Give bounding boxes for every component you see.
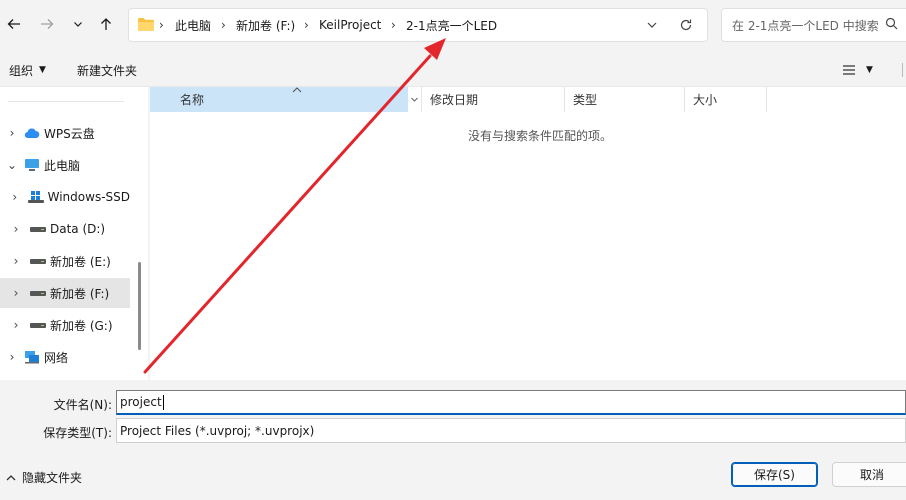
- nav-item-label: 网络: [44, 350, 69, 365]
- nav-divider: [8, 101, 124, 102]
- address-toolbar: › 此电脑 › 新加卷 (F:) › KeilProject › 2-1点亮一个…: [0, 0, 906, 52]
- nav-item-label: WPS云盘: [44, 126, 95, 141]
- nav-item-label: Windows-SSD: [47, 190, 130, 204]
- breadcrumb-separator-icon: ›: [221, 18, 226, 32]
- breadcrumb-separator-icon: ›: [304, 18, 309, 32]
- drive-icon: [30, 289, 46, 297]
- search-placeholder: 在 2-1点亮一个LED 中搜索: [732, 18, 879, 33]
- filetype-label: 保存类型(T):: [43, 426, 112, 440]
- column-filter-dropdown[interactable]: [408, 87, 422, 112]
- chevron-right-icon: ›: [13, 318, 19, 332]
- chevron-right-icon: ›: [9, 350, 15, 364]
- address-history-button[interactable]: [645, 18, 659, 35]
- breadcrumb-separator-icon: ›: [391, 18, 396, 32]
- chevron-down-icon: [74, 22, 82, 27]
- drive-icon: [30, 257, 46, 265]
- computer-icon: [24, 158, 40, 172]
- text-caret: [162, 394, 164, 410]
- hide-folders-toggle[interactable]: 隐藏文件夹: [6, 469, 82, 486]
- empty-results-message: 没有与搜索条件匹配的项。: [467, 129, 612, 143]
- breadcrumb-item-current-folder[interactable]: 2-1点亮一个LED: [406, 9, 497, 41]
- nav-item-drive-f[interactable]: › 新加卷 (F:): [0, 278, 130, 308]
- chevron-up-icon: [6, 474, 16, 480]
- chevron-down-icon: [411, 97, 418, 102]
- column-label: 大小: [693, 93, 718, 107]
- column-label: 类型: [573, 93, 598, 107]
- column-header-type[interactable]: 类型: [565, 87, 685, 112]
- column-header-size[interactable]: 大小: [685, 87, 767, 112]
- forward-arrow-icon: [41, 19, 54, 29]
- nav-item-drive-d[interactable]: › Data (D:): [0, 214, 130, 244]
- address-bar[interactable]: › 此电脑 › 新加卷 (F:) › KeilProject › 2-1点亮一个…: [128, 8, 708, 42]
- command-toolbar: 组织 ▼ 新建文件夹 ▼: [0, 53, 906, 87]
- nav-item-drive-e[interactable]: › 新加卷 (E:): [0, 246, 130, 276]
- sort-ascending-icon: [292, 83, 302, 97]
- chevron-right-icon: ›: [13, 254, 19, 268]
- nav-scrollbar[interactable]: [138, 262, 141, 350]
- cloud-icon: [24, 127, 40, 139]
- back-button[interactable]: [2, 12, 26, 36]
- back-arrow-icon: [7, 19, 20, 29]
- file-list[interactable]: 名称 修改日期 类型 大小 没有与搜索条件匹配的项。: [150, 87, 906, 380]
- refresh-icon: [680, 19, 692, 31]
- up-button[interactable]: [94, 12, 118, 36]
- save-button[interactable]: 保存(S): [731, 462, 818, 487]
- drive-icon: [30, 225, 46, 233]
- nav-item-label: 此电脑: [44, 158, 81, 173]
- drive-icon: [30, 321, 46, 329]
- chevron-down-icon: [647, 22, 657, 28]
- chevron-right-icon: ›: [13, 222, 19, 236]
- folder-icon: [137, 17, 155, 35]
- search-input[interactable]: 在 2-1点亮一个LED 中搜索: [721, 8, 906, 42]
- chevron-right-icon: ›: [9, 126, 15, 140]
- breadcrumb-item-drive-f[interactable]: 新加卷 (F:): [236, 9, 295, 41]
- search-icon: [885, 17, 898, 33]
- filename-label: 文件名(N):: [53, 398, 112, 412]
- breadcrumb-item-keilproject[interactable]: KeilProject: [319, 9, 381, 41]
- organize-menu-button[interactable]: 组织 ▼: [9, 53, 46, 87]
- column-label: 名称: [180, 93, 205, 107]
- preview-pane-icon[interactable]: [902, 63, 906, 77]
- hide-folders-label: 隐藏文件夹: [22, 471, 83, 485]
- filename-value: project: [120, 395, 162, 409]
- nav-item-network[interactable]: › 网络: [0, 342, 130, 372]
- chevron-right-icon: ›: [13, 286, 19, 300]
- chevron-down-icon: ⌄: [6, 158, 18, 172]
- nav-item-label: 新加卷 (E:): [50, 254, 111, 269]
- recent-locations-button[interactable]: [66, 12, 90, 36]
- column-header-date-modified[interactable]: 修改日期: [422, 87, 565, 112]
- network-icon: [24, 350, 40, 364]
- nav-item-windows-ssd[interactable]: › Windows-SSD: [0, 182, 130, 212]
- nav-item-drive-g[interactable]: › 新加卷 (G:): [0, 310, 130, 340]
- dropdown-triangle-icon: ▼: [39, 65, 46, 75]
- nav-item-wps-cloud[interactable]: › WPS云盘: [0, 118, 130, 148]
- cancel-button[interactable]: 取消: [832, 462, 906, 487]
- organize-label: 组织: [9, 63, 34, 78]
- view-options-button[interactable]: ▼: [842, 53, 873, 87]
- filetype-value: Project Files (*.uvproj; *.uvprojx): [120, 423, 315, 438]
- breadcrumb-item-this-pc[interactable]: 此电脑: [175, 9, 211, 41]
- new-folder-label: 新建文件夹: [77, 63, 138, 78]
- column-label: 修改日期: [430, 93, 479, 107]
- breadcrumb-separator-icon: ›: [159, 18, 164, 32]
- nav-item-label: 新加卷 (F:): [50, 286, 110, 301]
- new-folder-button[interactable]: 新建文件夹: [77, 53, 137, 87]
- forward-button[interactable]: [35, 12, 59, 36]
- nav-item-label: 新加卷 (G:): [50, 318, 113, 333]
- column-header-name[interactable]: 名称: [150, 87, 408, 112]
- windows-drive-icon: [27, 191, 44, 203]
- nav-item-this-pc[interactable]: ⌄ 此电脑: [0, 150, 130, 180]
- nav-item-label: Data (D:): [50, 222, 106, 236]
- filetype-select[interactable]: Project Files (*.uvproj; *.uvprojx): [116, 418, 906, 443]
- dropdown-triangle-icon: ▼: [866, 65, 873, 75]
- list-view-icon: [843, 65, 855, 75]
- chevron-right-icon: ›: [12, 190, 18, 204]
- filename-input[interactable]: project: [116, 390, 906, 415]
- up-arrow-icon: [101, 18, 111, 30]
- navigation-pane[interactable]: › WPS云盘 ⌄ 此电脑 › Windows-SSD › Data (D:) …: [0, 87, 148, 380]
- refresh-button[interactable]: [679, 18, 693, 35]
